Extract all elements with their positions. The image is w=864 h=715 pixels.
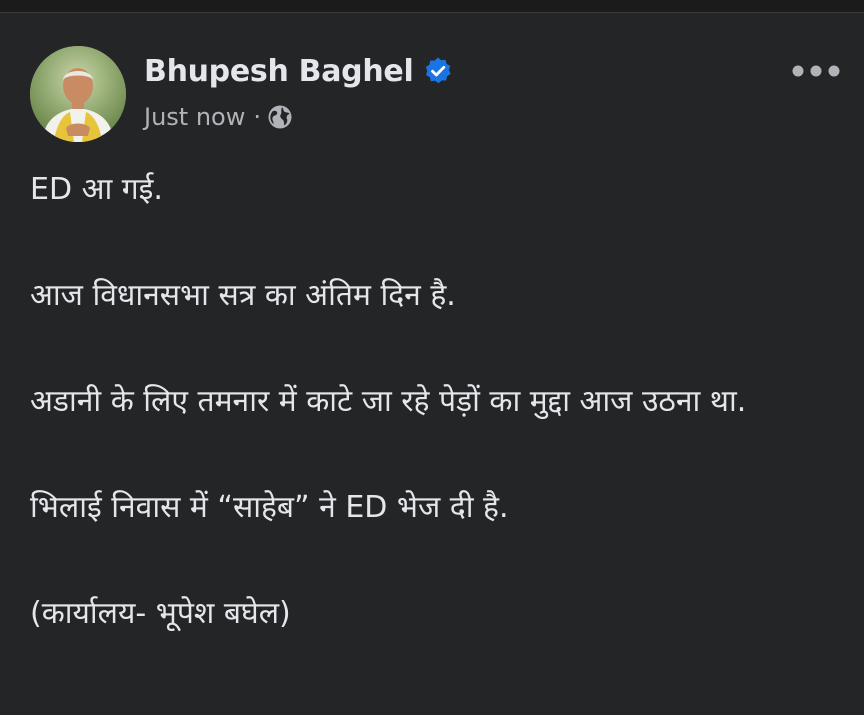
more-options-icon (792, 65, 840, 77)
post-paragraph: अडानी के लिए तमनार में काटे जा रहे पेड़ो… (30, 384, 747, 419)
more-options-button[interactable] (788, 59, 844, 83)
avatar[interactable] (30, 46, 126, 142)
post-paragraph: ED आ गई. (30, 172, 163, 207)
avatar-photo (30, 46, 126, 142)
post-timestamp[interactable]: Just now (144, 103, 245, 131)
post-paragraph: भिलाई निवास में “साहेब” ने ED भेज दी है. (30, 490, 509, 525)
author-row: Bhupesh Baghel (144, 49, 453, 93)
post-paragraph: (कार्यालय- भूपेश बघेल) (30, 596, 291, 631)
top-edge-strip (0, 0, 864, 13)
globe-icon[interactable] (267, 104, 293, 130)
verified-badge-icon (423, 56, 453, 86)
post-paragraph: आज विधानसभा सत्र का अंतिम दिन है. (30, 278, 456, 313)
post-meta: Just now · (144, 99, 293, 135)
post-text: ED आ गई. आज विधानसभा सत्र का अंतिम दिन ह… (30, 163, 840, 640)
bottom-edge (0, 709, 864, 715)
post-card: Bhupesh Baghel Just now · ED आ गई. आज वि… (0, 13, 864, 715)
meta-separator: · (253, 103, 261, 131)
author-name[interactable]: Bhupesh Baghel (144, 54, 414, 89)
